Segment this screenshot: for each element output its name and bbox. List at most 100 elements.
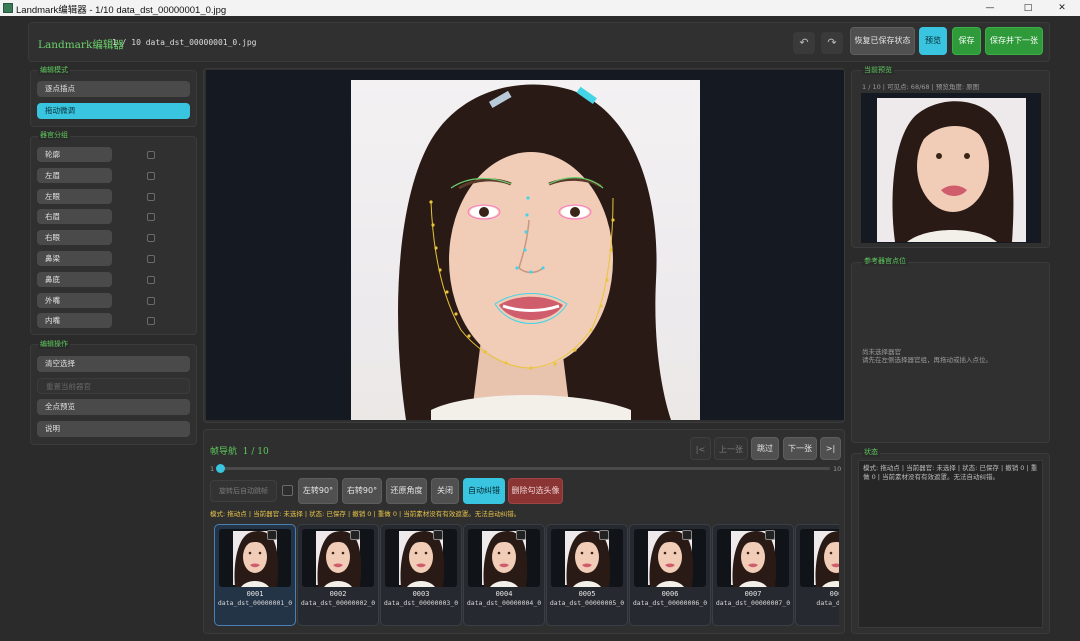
- rotate-right-button[interactable]: 右转90°: [342, 478, 382, 504]
- face-illustration: [398, 84, 671, 420]
- thumbnail-name: data_dst_00000005_0: [549, 599, 625, 607]
- rotate-left-button[interactable]: 左转90°: [298, 478, 338, 504]
- thumbnail-strip: 0001 data_dst_00000001_0 0002 data_dst_0000…: [210, 520, 839, 628]
- thumbnail-item[interactable]: 0001 data_dst_00000001_0: [214, 524, 296, 626]
- edit-mode-title: 编辑模式: [38, 65, 70, 75]
- delete-checked-button[interactable]: 删除勾选头像: [508, 478, 563, 504]
- last-frame-button[interactable]: >|: [820, 437, 841, 460]
- thumbnail-image: [385, 529, 457, 587]
- close-rotate-button[interactable]: 关闭: [431, 478, 459, 504]
- organ-button[interactable]: 轮廓: [37, 147, 112, 162]
- window-title: Landmark编辑器 - 1/10 data_dst_00000001_0.j…: [16, 5, 227, 16]
- thumbnail-number: 0004: [495, 590, 513, 598]
- organ-checkbox[interactable]: [147, 297, 155, 305]
- reference-title: 参考器官点位: [862, 256, 908, 266]
- thumbnail-item[interactable]: 0005 data_dst_00000005_0: [546, 524, 628, 626]
- thumbnail-number: 0005: [578, 590, 596, 598]
- skip-button[interactable]: 跳过: [751, 437, 779, 460]
- full-preview-button[interactable]: 全点预览: [37, 399, 190, 415]
- face-image[interactable]: [351, 80, 700, 420]
- preview-title: 当前预览: [862, 65, 894, 75]
- thumbnail-number: 0007: [744, 590, 762, 598]
- frame-slider-track[interactable]: [218, 467, 830, 470]
- status-text: 模式: 拖动点 | 当前器官: 未选择 | 状态: 已保存 | 撤销 0 | 重…: [863, 464, 1038, 481]
- thumbnail-name: data_dst_00000007_0: [715, 599, 791, 607]
- thumbnail-number: 0002: [329, 590, 347, 598]
- thumbnail-checkbox[interactable]: [433, 530, 443, 540]
- thumbnail-item[interactable]: 0004 data_dst_00000004_0: [463, 524, 545, 626]
- close-icon[interactable]: ✕: [1044, 0, 1080, 16]
- thumbnail-name: data_dst_00000003_0: [383, 599, 459, 607]
- reset-organ-button[interactable]: 重置当前器官: [37, 378, 190, 394]
- thumbnail-item[interactable]: 0003 data_dst_00000003_0: [380, 524, 462, 626]
- edit-ops-title: 编辑操作: [38, 339, 70, 349]
- thumbnail-item[interactable]: 000data_dst_0: [795, 524, 839, 626]
- organ-checkbox[interactable]: [147, 255, 155, 263]
- thumbnail-image: [551, 529, 623, 587]
- thumbnail-item[interactable]: 0002 data_dst_00000002_0: [297, 524, 379, 626]
- thumbnail-item[interactable]: 0006 data_dst_00000006_0: [629, 524, 711, 626]
- mode-insert-point[interactable]: 逐点插点: [37, 81, 190, 97]
- thumbnail-checkbox[interactable]: [682, 530, 692, 540]
- clear-selection-button[interactable]: 清空选择: [37, 356, 190, 372]
- preview-info: 1 / 10 | 可见点: 68/68 | 预览角度: 原图: [862, 83, 980, 91]
- organ-checkbox[interactable]: [147, 234, 155, 242]
- thumbnail-number: 000: [829, 590, 839, 598]
- thumbnail-checkbox[interactable]: [516, 530, 526, 540]
- app-icon: [3, 3, 13, 13]
- save-button[interactable]: 保存: [952, 27, 981, 55]
- thumbnail-checkbox[interactable]: [765, 530, 775, 540]
- organ-button[interactable]: 内嘴: [37, 313, 112, 328]
- help-button[interactable]: 说明: [37, 421, 190, 437]
- auto-jump-button[interactable]: 旋转后自动跳帧: [210, 480, 277, 502]
- organ-button[interactable]: 鼻梁: [37, 251, 112, 266]
- auto-fix-button[interactable]: 自动纠错: [463, 478, 505, 504]
- first-frame-button[interactable]: |<: [690, 437, 711, 460]
- minimize-icon[interactable]: —: [972, 0, 1008, 16]
- header-bar: Landmark编辑器 1 / 10 data_dst_00000001_0.j…: [28, 22, 1050, 62]
- prev-frame-button[interactable]: 上一张: [714, 437, 748, 460]
- redo-icon[interactable]: ↷: [821, 32, 843, 54]
- app-name: Landmark编辑器: [38, 39, 124, 51]
- organ-button[interactable]: 右眉: [37, 209, 112, 224]
- reset-angle-button[interactable]: 还原角度: [386, 478, 427, 504]
- thumbnail-image: [800, 529, 839, 587]
- restore-saved-button[interactable]: 恢复已保存状态: [850, 27, 915, 55]
- slider-min: 1: [210, 465, 215, 473]
- thumbnail-image: [302, 529, 374, 587]
- next-frame-button[interactable]: 下一张: [783, 437, 817, 460]
- slider-max: 10: [833, 465, 842, 473]
- organ-checkbox[interactable]: [147, 172, 155, 180]
- organ-checkbox[interactable]: [147, 276, 155, 284]
- thumbnail-number: 0001: [246, 590, 264, 598]
- maximize-icon[interactable]: □: [1010, 0, 1046, 16]
- nav-status-line: 模式: 拖动点 | 当前器官: 未选择 | 状态: 已保存 | 撤销 0 | 重…: [210, 510, 521, 518]
- undo-icon[interactable]: ↶: [793, 32, 815, 54]
- thumbnail-item[interactable]: 0007 data_dst_00000007_0: [712, 524, 794, 626]
- auto-jump-checkbox[interactable]: [282, 485, 293, 496]
- save-next-button[interactable]: 保存并下一张: [985, 27, 1043, 55]
- organ-checkbox[interactable]: [147, 213, 155, 221]
- thumbnail-checkbox[interactable]: [599, 530, 609, 540]
- organ-checkbox[interactable]: [147, 317, 155, 325]
- status-title: 状态: [862, 447, 880, 457]
- organ-button[interactable]: 左眼: [37, 189, 112, 204]
- preview-image: [877, 98, 1026, 242]
- thumbnail-image: [634, 529, 706, 587]
- organ-button[interactable]: 左眉: [37, 168, 112, 183]
- thumbnail-checkbox[interactable]: [350, 530, 360, 540]
- organ-button[interactable]: 右眼: [37, 230, 112, 245]
- organ-button[interactable]: 鼻底: [37, 272, 112, 287]
- thumbnail-checkbox[interactable]: [267, 530, 277, 540]
- mode-drag-adjust[interactable]: 拖动微调: [37, 103, 190, 119]
- organ-checkbox[interactable]: [147, 193, 155, 201]
- window-titlebar: Landmark编辑器 - 1/10 data_dst_00000001_0.j…: [0, 0, 1080, 16]
- organ-checkbox[interactable]: [147, 151, 155, 159]
- organ-button[interactable]: 外嘴: [37, 293, 112, 308]
- nav-title: 帧导航 1 / 10: [210, 447, 269, 457]
- thumbnail-number: 0003: [412, 590, 430, 598]
- thumbnail-image: [219, 529, 291, 587]
- frame-slider-handle[interactable]: [216, 464, 225, 473]
- preview-button[interactable]: 预览: [919, 27, 947, 55]
- thumbnail-name: data_dst_00000006_0: [632, 599, 708, 607]
